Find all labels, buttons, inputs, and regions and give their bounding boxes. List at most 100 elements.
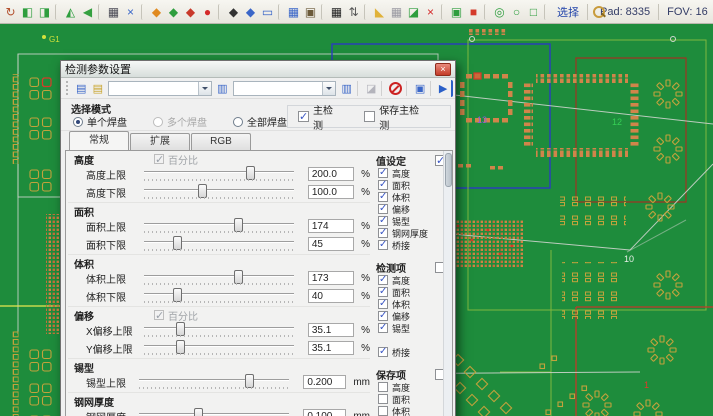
checkbox-item[interactable]: 体积 [376,298,446,310]
rotate-icon[interactable]: ↻ [2,3,19,21]
slider-thumb[interactable] [176,322,185,336]
ruler-icon[interactable]: ◣ [371,3,388,21]
checkbox-icon[interactable] [378,240,388,250]
slider-thumb[interactable] [246,166,255,180]
edit-chart-icon[interactable]: ◪ [405,3,422,21]
slider-thumb[interactable] [194,408,203,416]
checkbox-item[interactable]: 面积 [376,179,446,191]
template-combobox-1[interactable] [108,81,212,96]
close-icon[interactable]: × [435,63,451,76]
location-pin-icon[interactable]: ● [199,3,216,21]
value-input[interactable]: 0.100 [303,409,346,416]
export-icon[interactable]: ▶ [436,80,453,97]
slider[interactable] [144,288,294,304]
checkbox-item[interactable]: 高度 [376,167,446,179]
checkbox-icon[interactable] [378,311,388,321]
table-grid-icon[interactable]: ▦ [285,3,302,21]
slider[interactable] [144,322,294,338]
select-mode-button[interactable]: 选择 [551,4,585,20]
radio-icon[interactable] [153,117,163,127]
value-input[interactable]: 173 [308,271,354,285]
checkbox-icon[interactable] [154,154,164,164]
checkbox-icon[interactable] [378,216,388,226]
percent-checkbox[interactable]: 百分比 [154,308,198,323]
value-input[interactable]: 40 [308,289,354,303]
measure-triangle-icon[interactable]: ◭ [62,3,79,21]
scrollbar-thumb[interactable] [445,153,452,187]
template-combobox-2[interactable] [233,81,337,96]
checkbox-icon[interactable] [378,287,388,297]
radio-multi-pad[interactable]: 多个焊盘 [153,114,207,129]
chevron-down-icon[interactable] [198,82,211,95]
slider[interactable] [144,184,294,200]
checkbox-item[interactable]: 高度 [376,381,446,393]
checkbox-item[interactable]: 偏移 [376,310,446,322]
checkbox-icon[interactable] [378,275,388,285]
tab-rgb[interactable]: RGB [191,133,251,150]
slider-thumb[interactable] [173,288,182,302]
slider[interactable] [139,408,289,416]
cone-marker-icon[interactable]: ◀ [79,3,96,21]
checkbox-icon[interactable] [378,347,388,357]
checkbox-item[interactable]: 面积 [376,286,446,298]
slider[interactable] [144,166,294,182]
flip-horizontal-icon[interactable]: ◧ [19,3,36,21]
value-input[interactable]: 35.1 [308,341,354,355]
grid-icon[interactable]: ▦ [388,3,405,21]
checkbox-icon[interactable] [154,310,164,320]
apply-template-2-icon[interactable]: ▥ [338,80,355,97]
checkbox-icon[interactable] [378,382,388,392]
vertical-scrollbar[interactable] [443,151,452,416]
checkbox-item[interactable]: 锡型 [376,215,446,227]
checkbox-item[interactable]: 体积 [376,405,446,416]
radio-icon[interactable] [73,117,83,127]
stop-icon[interactable]: ■ [465,3,482,21]
checkbox-icon[interactable] [378,228,388,238]
checkbox-icon[interactable] [378,204,388,214]
image-adjust-icon[interactable]: ▦ [105,3,122,21]
save-main-detect-checkbox[interactable]: 保存主检测 [364,102,428,132]
value-input[interactable]: 174 [308,219,354,233]
pin-blue-icon[interactable]: ◆ [242,3,259,21]
slider[interactable] [144,270,294,286]
rect-tool-icon[interactable]: □ [525,3,542,21]
checkbox-item[interactable]: 高度 [376,274,446,286]
value-input[interactable]: 100.0 [308,185,354,199]
pin-black-icon[interactable]: ◆ [225,3,242,21]
pin-orange-icon[interactable]: ◆ [148,3,165,21]
radio-icon[interactable] [233,117,243,127]
slider-thumb[interactable] [176,340,185,354]
checkbox-icon[interactable] [378,406,388,416]
checkbox-item[interactable] [376,334,446,346]
value-input[interactable]: 200.0 [308,167,354,181]
pin-red-icon[interactable]: ◆ [182,3,199,21]
radio-single-pad[interactable]: 单个焊盘 [73,114,127,129]
slider[interactable] [139,374,289,390]
flip-vertical-icon[interactable]: ◨ [36,3,53,21]
circle-tool-icon[interactable]: ○ [508,3,525,21]
checkbox-item[interactable]: 偏移 [376,203,446,215]
slider-thumb[interactable] [173,236,182,250]
slider[interactable] [144,236,294,252]
checkbox-icon[interactable] [378,323,388,333]
value-input[interactable]: 35.1 [308,323,354,337]
tools-icon[interactable]: × [122,3,139,21]
checkbox-icon[interactable] [378,394,388,404]
confirm-icon[interactable]: ▣ [448,3,465,21]
sort-az-icon[interactable]: ⇅ [345,3,362,21]
tab-general[interactable]: 常规 [69,131,129,150]
value-input[interactable]: 45 [308,237,354,251]
slider[interactable] [144,218,294,234]
percent-checkbox[interactable]: 百分比 [154,152,198,167]
checkbox-item[interactable]: 体积 [376,191,446,203]
checkbox-item[interactable]: 桥接 [376,239,446,251]
main-detect-checkbox[interactable]: 主检测 [298,102,342,132]
pin-green-icon[interactable]: ◆ [165,3,182,21]
checkbox-icon[interactable] [298,111,309,122]
tile-view-icon[interactable]: ▦ [328,3,345,21]
checkbox-icon[interactable] [364,111,375,122]
radio-all-pads[interactable]: 全部焊盘 [233,114,287,129]
checkbox-icon[interactable] [378,192,388,202]
checkbox-icon[interactable] [378,299,388,309]
chevron-down-icon[interactable] [322,82,335,95]
